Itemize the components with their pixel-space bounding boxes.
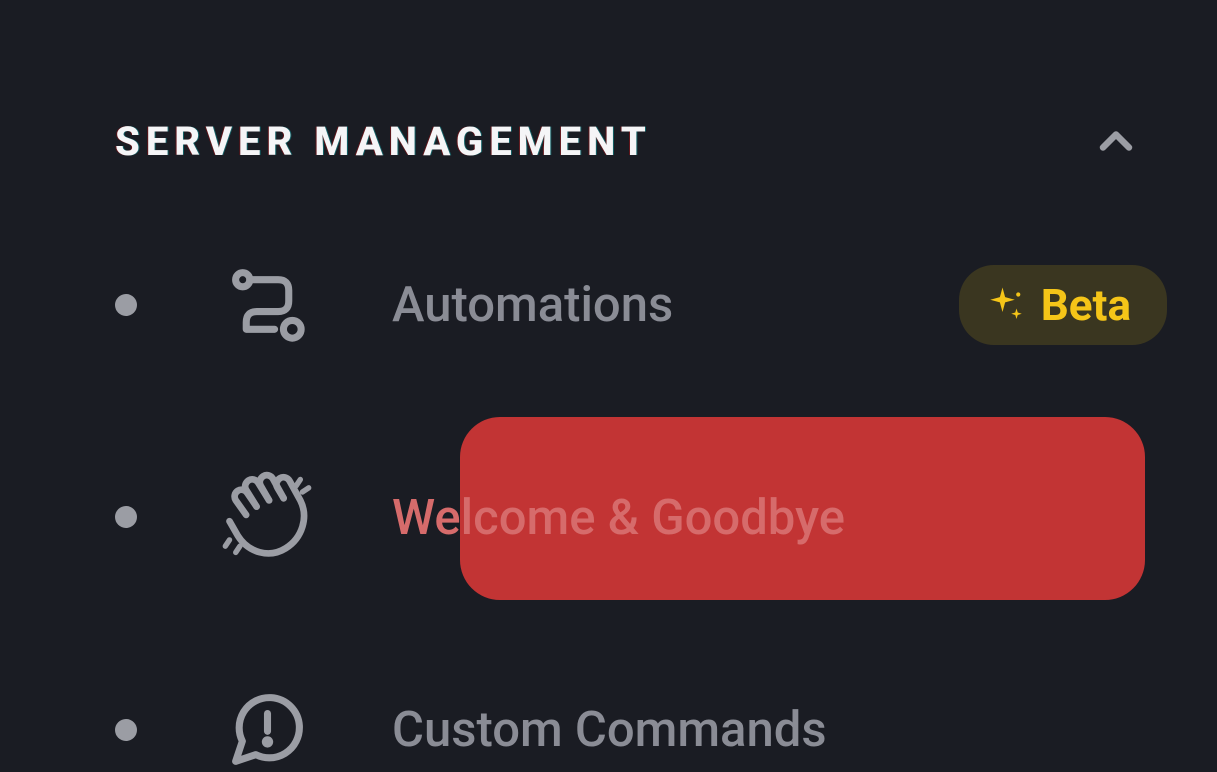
beta-badge: Beta [959,265,1167,345]
nav-item-welcome-goodbye[interactable]: Welcome & Goodbye [115,467,1177,567]
nav-list: Automations Beta [115,262,1177,772]
bullet-icon [115,506,137,528]
automations-icon [217,262,317,347]
bullet-icon [115,294,137,316]
custom-commands-icon [217,687,317,772]
server-management-section: SERVER MANAGEMENT Automations [0,0,1217,772]
nav-item-label: Custom Commands [392,701,827,758]
nav-item-automations[interactable]: Automations Beta [115,262,1177,347]
chevron-up-icon[interactable] [1090,115,1142,167]
section-header[interactable]: SERVER MANAGEMENT [115,115,1177,167]
badge-text: Beta [1041,279,1131,331]
section-title: SERVER MANAGEMENT [115,118,652,165]
nav-item-custom-commands[interactable]: Custom Commands [115,687,1177,772]
nav-item-label: Welcome & Goodbye [392,489,845,546]
wave-icon [217,467,317,567]
nav-item-label: Automations [392,276,673,333]
sparkle-icon [985,284,1027,326]
bullet-icon [115,719,137,741]
